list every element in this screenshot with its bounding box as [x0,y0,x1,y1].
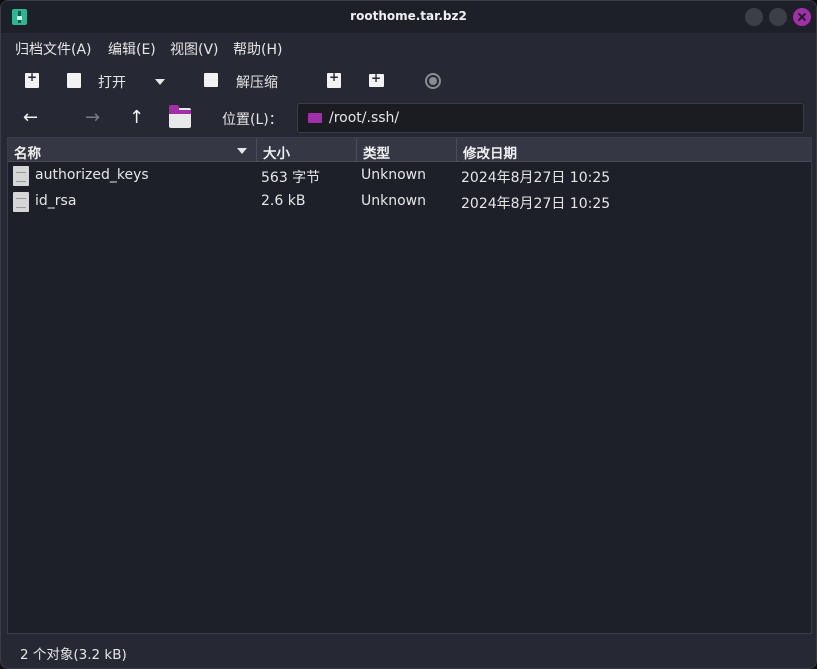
file-icon [13,166,29,186]
add-folder-icon[interactable] [369,71,384,87]
file-name: authorized_keys [35,167,149,183]
open-recent-dropdown-icon[interactable] [155,79,165,85]
extract-icon[interactable] [204,73,218,87]
folder-icon [308,113,322,123]
column-header-type[interactable]: 类型 [357,138,457,162]
status-bar: 2 个对象(3.2 kB) [1,637,816,668]
close-button[interactable] [793,8,811,26]
location-input[interactable]: /root/.ssh/ [297,103,804,133]
open-button[interactable]: 打开 [98,72,126,92]
minimize-button[interactable] [745,8,763,26]
file-list[interactable]: 名称 大小 类型 修改日期 authorized_keys 563 字节 Unk… [7,137,812,634]
forward-arrow-icon[interactable]: → [85,107,100,128]
archive-manager-window: roothome.tar.bz2 归档文件(A) 编辑(E) 视图(V) 帮助(… [0,0,817,669]
status-text: 2 个对象(3.2 kB) [20,647,127,663]
up-arrow-icon[interactable]: ↑ [129,107,144,128]
file-list-header: 名称 大小 类型 修改日期 [8,138,811,162]
file-modified: 2024年8月27日 10:25 [461,170,611,186]
file-size: 563 字节 [261,170,321,186]
add-files-icon[interactable] [327,70,341,88]
menu-bar: 归档文件(A) 编辑(E) 视图(V) 帮助(H) [1,33,816,61]
title-bar[interactable]: roothome.tar.bz2 [1,1,816,33]
file-type: Unknown [361,193,426,209]
file-modified: 2024年8月27日 10:25 [461,196,611,212]
file-name: id_rsa [35,193,77,209]
column-name-label: 名称 [14,146,41,162]
toolbar: 打开 解压缩 [1,63,816,99]
file-type: Unknown [361,167,426,183]
sort-descending-icon [237,148,247,154]
table-row[interactable]: id_rsa 2.6 kB Unknown 2024年8月27日 10:25 [8,189,811,215]
new-archive-icon[interactable] [25,70,39,88]
file-size: 2.6 kB [261,193,306,209]
navigation-bar: ← → ↑ 位置(L)： /root/.ssh/ [1,101,816,135]
home-folder-icon[interactable] [169,105,191,128]
column-header-name[interactable]: 名称 [8,138,257,162]
extract-button[interactable]: 解压缩 [236,72,278,92]
maximize-button[interactable] [769,8,787,26]
column-header-size[interactable]: 大小 [257,138,357,162]
column-header-modified[interactable]: 修改日期 [457,138,811,162]
window-title: roothome.tar.bz2 [350,9,467,23]
menu-view[interactable]: 视图(V) [170,39,219,59]
location-label: 位置(L)： [222,112,283,128]
file-icon [13,192,29,212]
menu-edit[interactable]: 编辑(E) [108,39,156,59]
back-arrow-icon[interactable]: ← [23,107,38,128]
location-path: /root/.ssh/ [329,110,400,126]
menu-help[interactable]: 帮助(H) [233,39,282,59]
open-archive-icon[interactable] [67,73,81,88]
menu-archive[interactable]: 归档文件(A) [15,39,92,59]
stop-icon[interactable] [425,73,441,89]
table-row[interactable]: authorized_keys 563 字节 Unknown 2024年8月27… [8,163,811,189]
